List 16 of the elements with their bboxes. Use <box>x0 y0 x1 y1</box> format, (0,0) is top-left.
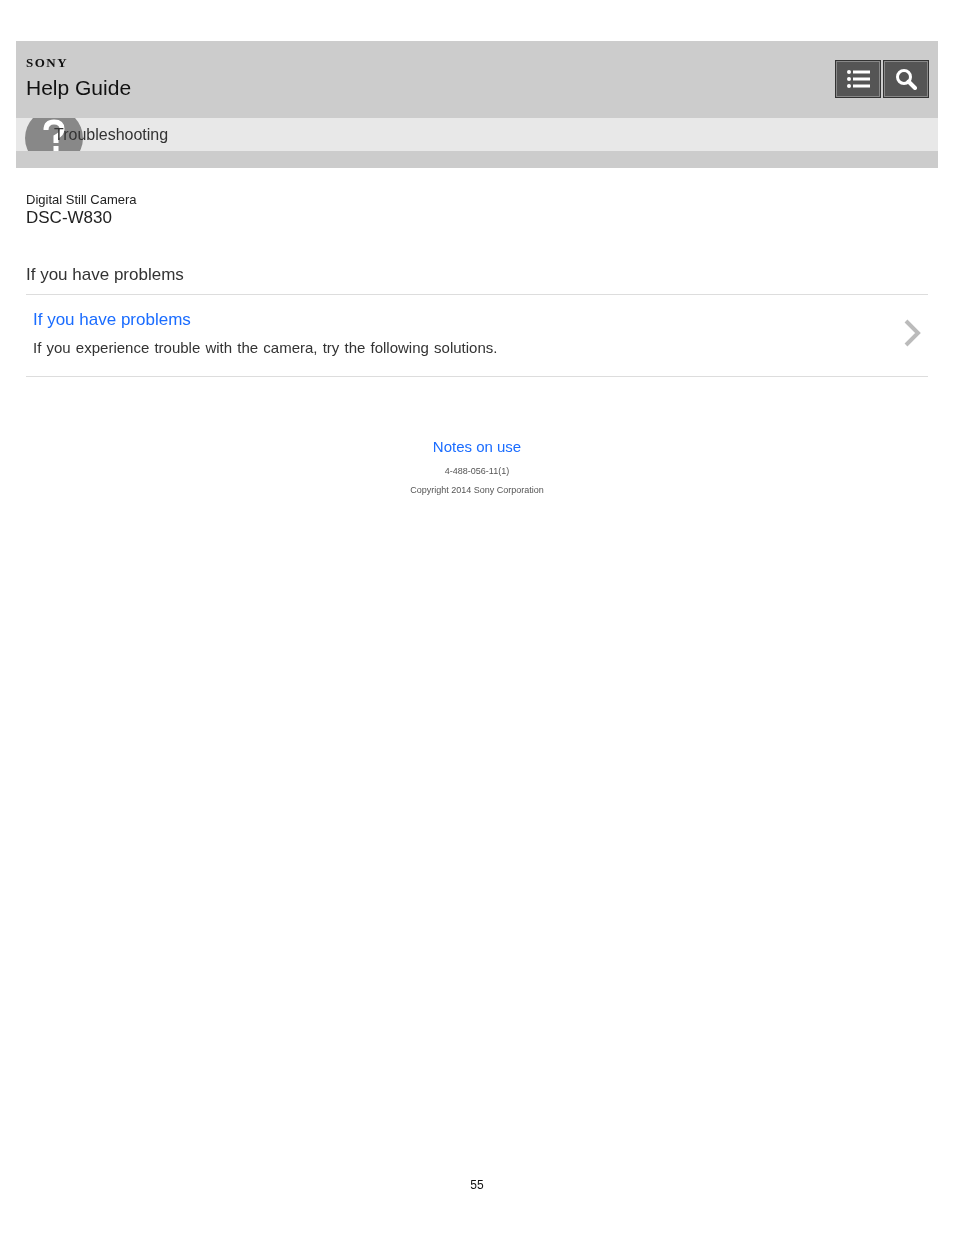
page-number: 55 <box>469 1178 485 1192</box>
product-model: DSC-W830 <box>26 208 113 228</box>
document-code: 4-488-056-11(1) <box>444 466 510 476</box>
topic-description: If you experience trouble with the camera, try the following solutions. <box>33 339 498 356</box>
search-button[interactable] <box>883 60 929 98</box>
topic-link[interactable]: If you have problems <box>33 310 498 330</box>
product-category: Digital Still Camera <box>26 192 138 207</box>
copyright-text: Copyright 2014 Sony Corporation <box>410 485 544 495</box>
guide-title: Help Guide <box>26 76 132 100</box>
search-icon <box>895 68 917 90</box>
brand-logo: SONY <box>26 55 70 71</box>
menu-button[interactable] <box>835 60 881 98</box>
notes-link[interactable]: Notes on use <box>432 438 522 455</box>
list-icon <box>846 69 870 89</box>
breadcrumb-link[interactable]: Troubleshooting <box>54 125 169 144</box>
section-title: If you have problems <box>26 265 928 295</box>
